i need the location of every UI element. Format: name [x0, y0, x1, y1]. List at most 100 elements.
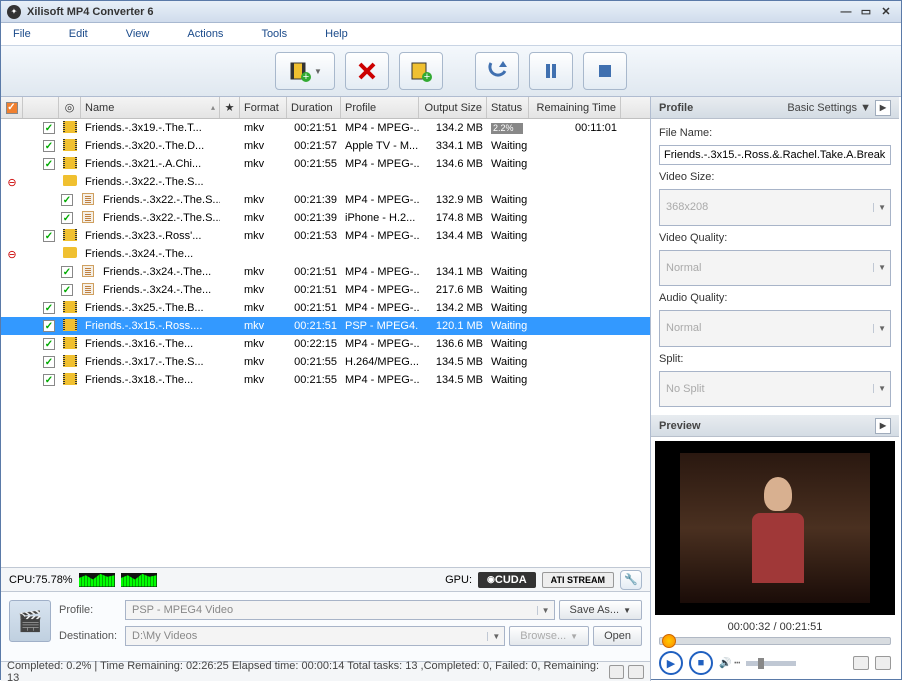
row-checkbox[interactable] [43, 374, 55, 386]
profile-icon: 🎬 [9, 600, 51, 642]
browse-button[interactable]: Browse... ▼ [509, 626, 589, 646]
maximize-button[interactable]: ▭ [857, 4, 875, 20]
row-checkbox[interactable] [43, 122, 55, 134]
layout-icon[interactable] [628, 665, 644, 679]
profile-combo[interactable]: PSP - MPEG4 Video [125, 600, 555, 620]
table-row[interactable]: Friends.-.3x21.-.A.Chi...mkv00:21:55MP4 … [1, 155, 650, 173]
cell-status: Waiting [487, 266, 529, 278]
progress-bar: 2.2% [491, 123, 523, 134]
row-checkbox[interactable] [43, 338, 55, 350]
table-row[interactable]: Friends.-.3x17.-.The.S...mkv00:21:55H.26… [1, 353, 650, 371]
panel-arrow-icon[interactable]: ▶ [875, 100, 891, 116]
row-checkbox[interactable] [43, 230, 55, 242]
stop-button[interactable] [583, 52, 627, 90]
window-title: Xilisoft MP4 Converter 6 [27, 6, 835, 18]
close-button[interactable]: ✕ [877, 4, 895, 20]
volume-icon[interactable]: 🔊 ┅ [719, 658, 740, 669]
table-row[interactable]: ⊖ Friends.-.3x24.-.The... [1, 245, 650, 263]
row-checkbox[interactable] [43, 320, 55, 332]
col-output-size[interactable]: Output Size [419, 97, 487, 118]
menu-actions[interactable]: Actions [187, 28, 223, 40]
list-icon [82, 283, 94, 295]
convert-button[interactable] [475, 52, 519, 90]
settings-button[interactable]: 🔧 [620, 570, 642, 590]
table-row[interactable]: Friends.-.3x16.-.The...mkv00:22:15MP4 - … [1, 335, 650, 353]
table-row[interactable]: Friends.-.3x24.-.The...mkv00:21:51MP4 - … [1, 281, 650, 299]
cell-profile: MP4 - MPEG-... [341, 230, 419, 242]
row-checkbox[interactable] [43, 356, 55, 368]
filename-field[interactable] [659, 145, 891, 165]
statusbar: Completed: 0.2% | Time Remaining: 02:26:… [1, 661, 650, 681]
pause-button[interactable] [529, 52, 573, 90]
collapse-icon[interactable]: ⊖ [7, 176, 17, 186]
table-row[interactable]: ⊖ Friends.-.3x22.-.The.S... [1, 173, 650, 191]
minimize-button[interactable]: — [837, 4, 855, 20]
table-row[interactable]: Friends.-.3x22.-.The.S...mkv00:21:39MP4 … [1, 191, 650, 209]
table-row[interactable]: Friends.-.3x22.-.The.S...mkv00:21:39iPho… [1, 209, 650, 227]
profile-label: Profile: [59, 604, 121, 616]
seek-bar[interactable] [659, 637, 891, 645]
col-duration[interactable]: Duration [287, 97, 341, 118]
audioquality-combo[interactable]: Normal [659, 310, 891, 347]
snapshot-icon[interactable] [875, 656, 891, 670]
menu-tools[interactable]: Tools [261, 28, 287, 40]
audioquality-label: Audio Quality: [659, 292, 891, 304]
file-list[interactable]: Friends.-.3x19.-.The.T...mkv00:21:51MP4 … [1, 119, 650, 567]
menu-edit[interactable]: Edit [69, 28, 88, 40]
col-profile[interactable]: Profile [341, 97, 419, 118]
report-icon[interactable] [609, 665, 625, 679]
col-type-icon[interactable]: ◎ [59, 97, 81, 118]
cell-size: 134.5 MB [419, 374, 487, 386]
row-checkbox[interactable] [43, 140, 55, 152]
hw-status-row: CPU:75.78% GPU: ◉ CUDA ATI STREAM 🔧 [1, 567, 650, 591]
cell-name: Friends.-.3x18.-.The... [81, 374, 220, 386]
save-as-button[interactable]: Save As... ▼ [559, 600, 642, 620]
play-button[interactable]: ▶ [659, 651, 683, 675]
collapse-icon[interactable]: ⊖ [7, 248, 17, 258]
row-checkbox[interactable] [43, 158, 55, 170]
row-checkbox[interactable] [61, 212, 73, 224]
row-checkbox[interactable] [61, 266, 73, 278]
cell-format: mkv [240, 338, 287, 350]
volume-slider[interactable] [746, 661, 796, 666]
player-stop-button[interactable]: ■ [689, 651, 713, 675]
table-row[interactable]: Friends.-.3x23.-.Ross'...mkv00:21:53MP4 … [1, 227, 650, 245]
preview-video[interactable] [655, 441, 895, 615]
table-row[interactable]: Friends.-.3x18.-.The...mkv00:21:55MP4 - … [1, 371, 650, 389]
menu-file[interactable]: File [13, 28, 31, 40]
videoquality-combo[interactable]: Normal [659, 250, 891, 287]
videosize-combo[interactable]: 368x208 [659, 189, 891, 226]
col-remaining[interactable]: Remaining Time [529, 97, 621, 118]
cuda-badge: ◉ CUDA [478, 572, 536, 588]
add-file-button[interactable]: +▼ [275, 52, 335, 90]
basic-settings-toggle[interactable]: Basic Settings ▼ [787, 102, 871, 114]
col-name[interactable]: Name▴ [81, 97, 220, 118]
fullscreen-icon[interactable] [853, 656, 869, 670]
table-row[interactable]: Friends.-.3x24.-.The...mkv00:21:51MP4 - … [1, 263, 650, 281]
table-row[interactable]: Friends.-.3x25.-.The.B...mkv00:21:51MP4 … [1, 299, 650, 317]
row-checkbox[interactable] [61, 284, 73, 296]
remove-button[interactable] [345, 52, 389, 90]
table-row[interactable]: Friends.-.3x19.-.The.T...mkv00:21:51MP4 … [1, 119, 650, 137]
open-button[interactable]: Open [593, 626, 642, 646]
table-row[interactable]: Friends.-.3x20.-.The.D...mkv00:21:57Appl… [1, 137, 650, 155]
cell-name: Friends.-.3x24.-.The... [81, 248, 220, 260]
row-checkbox[interactable] [61, 194, 73, 206]
seek-thumb[interactable] [662, 634, 676, 648]
col-star[interactable]: ★ [220, 97, 240, 118]
row-checkbox[interactable] [43, 302, 55, 314]
header-checkbox[interactable] [6, 102, 18, 114]
split-combo[interactable]: No Split [659, 371, 891, 408]
col-format[interactable]: Format [240, 97, 287, 118]
menu-view[interactable]: View [126, 28, 150, 40]
table-row[interactable]: Friends.-.3x15.-.Ross....mkv00:21:51PSP … [1, 317, 650, 335]
menu-help[interactable]: Help [325, 28, 348, 40]
gpu-label: GPU: [445, 574, 472, 586]
col-status[interactable]: Status [487, 97, 529, 118]
add-profile-button[interactable]: + [399, 52, 443, 90]
cell-duration: 00:21:51 [287, 302, 341, 314]
preview-arrow-icon[interactable]: ▶ [875, 418, 891, 434]
preview-time: 00:00:32 / 00:21:51 [651, 619, 899, 637]
cell-name: Friends.-.3x22.-.The.S... [81, 176, 220, 188]
destination-combo[interactable]: D:\My Videos [125, 626, 505, 646]
